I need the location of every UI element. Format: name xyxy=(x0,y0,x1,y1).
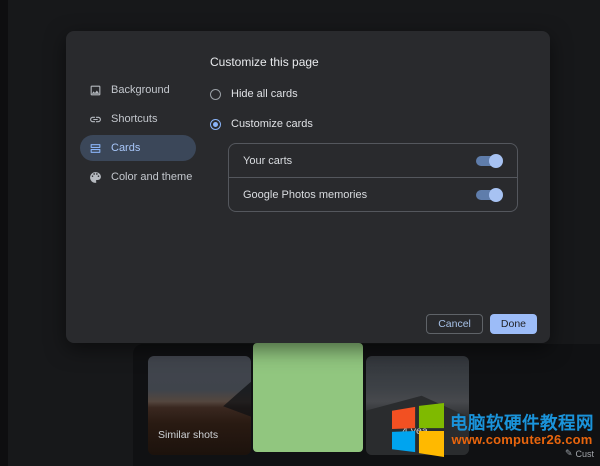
sidebar-item-label: Background xyxy=(111,84,170,96)
site-watermark: 电脑软硬件教程网 www.computer26.com xyxy=(392,402,594,458)
screen-edge xyxy=(0,0,8,466)
card-row-google-photos-memories: Google Photos memories xyxy=(229,177,517,211)
sidebar-item-shortcuts[interactable]: Shortcuts xyxy=(80,106,196,132)
card-label: Google Photos memories xyxy=(243,189,367,201)
radio-label: Customize cards xyxy=(231,118,313,130)
toggle-google-photos-memories[interactable] xyxy=(476,190,501,200)
watermark-site-url: www.computer26.com xyxy=(450,433,594,447)
link-icon xyxy=(88,112,102,126)
photo-tile-green[interactable] xyxy=(253,343,363,452)
watermark-site-name: 电脑软硬件教程网 xyxy=(450,413,594,433)
toggle-knob xyxy=(489,154,503,168)
sidebar-item-cards[interactable]: Cards xyxy=(80,135,196,161)
photo-tile-similar-shots[interactable]: Similar shots xyxy=(148,356,251,455)
cancel-button[interactable]: Cancel xyxy=(426,314,483,334)
done-button[interactable]: Done xyxy=(490,314,537,334)
image-icon xyxy=(88,83,102,97)
sidebar-item-label: Shortcuts xyxy=(111,113,157,125)
palette-icon xyxy=(88,170,102,184)
card-row-your-carts: Your carts xyxy=(229,144,517,177)
windows-flag-logo-icon xyxy=(392,402,444,458)
customize-page-dialog: Customize this page Background Shortcuts… xyxy=(66,31,550,343)
sidebar-item-background[interactable]: Background xyxy=(80,77,196,103)
cards-list: Your carts Google Photos memories xyxy=(228,143,518,212)
card-label: Your carts xyxy=(243,155,292,167)
sidebar-item-label: Cards xyxy=(111,142,140,154)
cards-icon xyxy=(88,141,102,155)
dialog-actions: Cancel Done xyxy=(426,314,537,334)
toggle-your-carts[interactable] xyxy=(476,156,501,166)
tile-label: Similar shots xyxy=(158,429,218,441)
radio-icon[interactable] xyxy=(210,89,221,100)
sidebar-item-label: Color and theme xyxy=(111,171,192,183)
radio-customize-cards[interactable]: Customize cards xyxy=(210,118,313,130)
radio-label: Hide all cards xyxy=(231,88,298,100)
dialog-title: Customize this page xyxy=(210,55,319,69)
radio-icon-checked[interactable] xyxy=(210,119,221,130)
radio-hide-all-cards[interactable]: Hide all cards xyxy=(210,88,298,100)
airplane-wing-silhouette xyxy=(189,382,251,422)
toggle-knob xyxy=(489,188,503,202)
sidebar-item-color-and-theme[interactable]: Color and theme xyxy=(80,164,196,190)
